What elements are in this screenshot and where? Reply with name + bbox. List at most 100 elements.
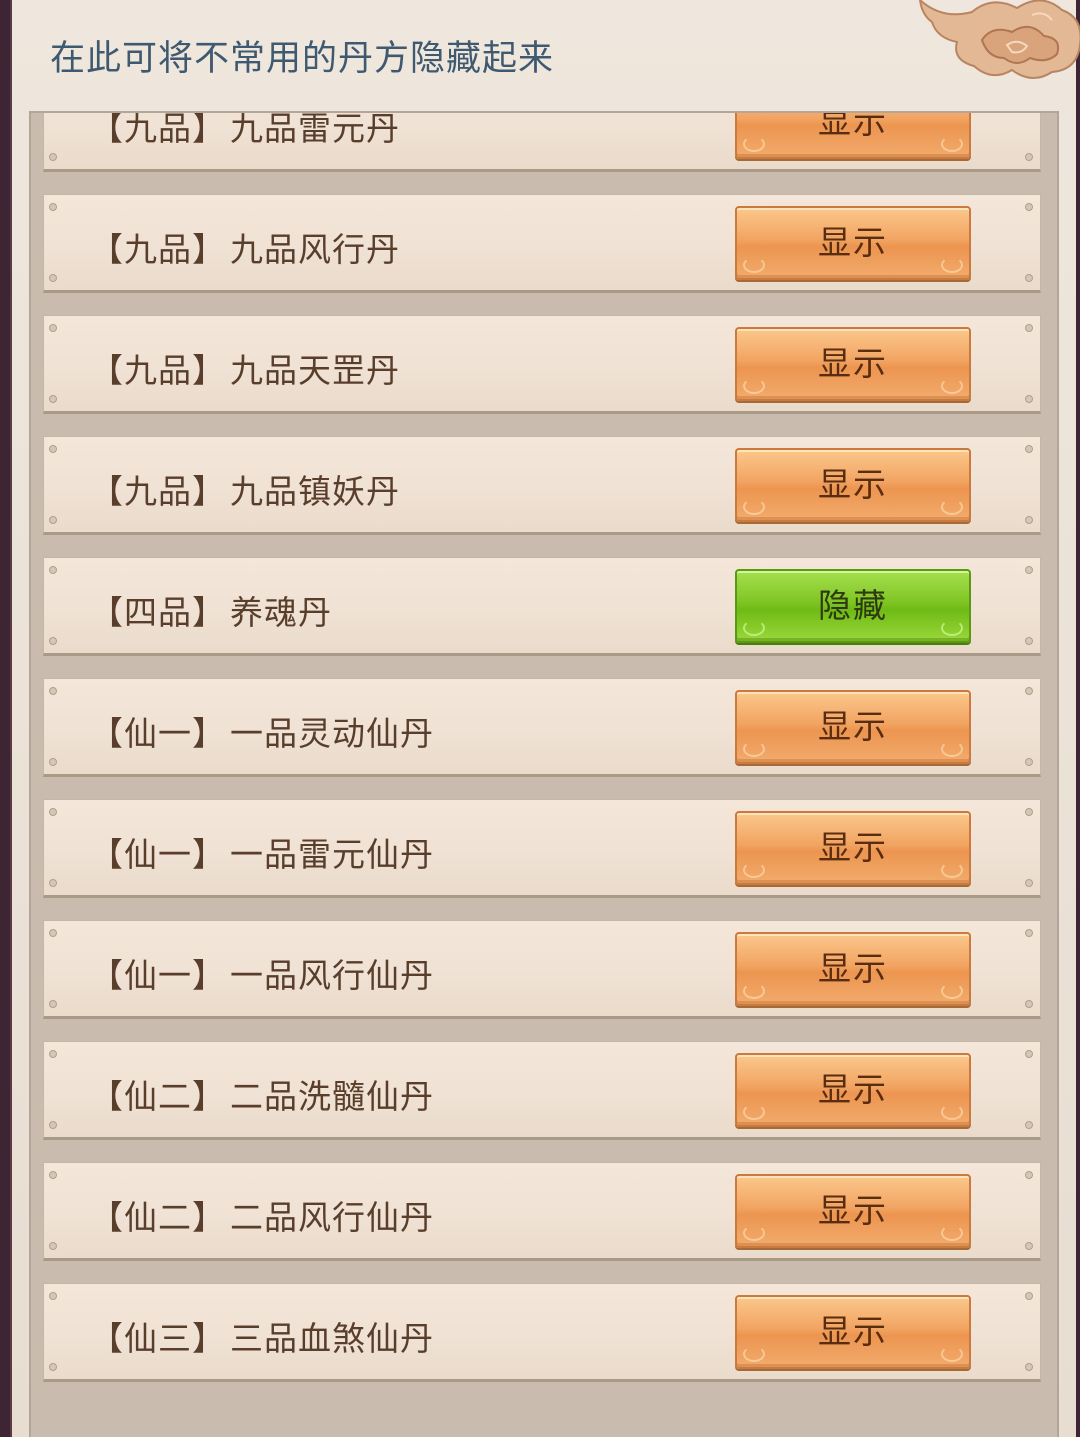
pill-label: 【四品】 养魂丹: [90, 586, 332, 634]
pill-grade: 【仙三】: [90, 1319, 226, 1358]
list-item: 【仙二】 二品洗髓仙丹 显示: [43, 1041, 1041, 1140]
rivet-decoration: [1025, 1363, 1033, 1371]
show-button[interactable]: 显示: [735, 1053, 971, 1127]
rivet-decoration: [49, 203, 57, 211]
rivet-decoration: [49, 1050, 57, 1058]
pill-grade: 【四品】: [90, 593, 226, 632]
show-button[interactable]: 显示: [735, 1174, 971, 1248]
button-label: 显示: [818, 1191, 888, 1230]
pill-name: 九品风行丹: [230, 230, 400, 269]
pill-label: 【仙一】 一品灵动仙丹: [90, 707, 434, 755]
rivet-decoration: [1025, 153, 1033, 161]
swirl-icon: [743, 499, 765, 515]
swirl-icon: [941, 378, 963, 394]
pill-name: 一品雷元仙丹: [230, 835, 434, 874]
button-label: 显示: [818, 223, 888, 262]
button-label: 显示: [818, 465, 888, 504]
rivet-decoration: [49, 1171, 57, 1179]
rivet-decoration: [1025, 1292, 1033, 1300]
show-button[interactable]: 显示: [735, 206, 971, 280]
list-item: 【四品】 养魂丹 隐藏: [43, 557, 1041, 656]
rivet-decoration: [1025, 929, 1033, 937]
pill-grade: 【九品】: [90, 230, 226, 269]
rivet-decoration: [49, 687, 57, 695]
dialog-header: 在此可将不常用的丹方隐藏起来: [12, 0, 1080, 112]
rivet-decoration: [49, 324, 57, 332]
pill-label: 【仙三】 三品血煞仙丹: [90, 1312, 434, 1360]
button-label: 显示: [818, 949, 888, 988]
swirl-icon: [941, 620, 963, 636]
list-item: 【九品】 九品风行丹 显示: [43, 194, 1041, 293]
swirl-icon: [941, 1346, 963, 1362]
pill-name: 九品镇妖丹: [230, 472, 400, 511]
pill-label: 【仙二】 二品洗髓仙丹: [90, 1070, 434, 1118]
rivet-decoration: [1025, 1242, 1033, 1250]
hide-button[interactable]: 隐藏: [735, 569, 971, 643]
rivet-decoration: [1025, 274, 1033, 282]
pill-name: 养魂丹: [230, 593, 332, 632]
rivet-decoration: [49, 758, 57, 766]
rivet-decoration: [49, 879, 57, 887]
show-button[interactable]: 显示: [735, 1295, 971, 1369]
button-label: 隐藏: [818, 586, 888, 625]
show-button[interactable]: 显示: [735, 327, 971, 401]
rivet-decoration: [1025, 1121, 1033, 1129]
pill-label: 【仙一】 一品风行仙丹: [90, 949, 434, 997]
pill-label: 【九品】 九品风行丹: [90, 223, 400, 271]
show-button[interactable]: 显示: [735, 113, 971, 159]
show-button[interactable]: 显示: [735, 811, 971, 885]
pill-visibility-dialog: 在此可将不常用的丹方隐藏起来 【九品】 九品雷元丹 显示 【九品】 九品风行丹 显示 【九品…: [10, 0, 1080, 1437]
rivet-decoration: [49, 1000, 57, 1008]
swirl-icon: [743, 1225, 765, 1241]
list-item: 【仙一】 一品雷元仙丹 显示: [43, 799, 1041, 898]
pill-grade: 【仙一】: [90, 714, 226, 753]
pill-grade: 【仙一】: [90, 956, 226, 995]
pill-list-panel[interactable]: 【九品】 九品雷元丹 显示 【九品】 九品风行丹 显示 【九品】 九品天罡丹 显示 【九品】 九品镇…: [29, 111, 1059, 1437]
swirl-icon: [941, 136, 963, 152]
pill-grade: 【九品】: [90, 111, 226, 148]
pill-label: 【九品】 九品天罡丹: [90, 344, 400, 392]
pill-label: 【九品】 九品雷元丹: [90, 111, 400, 150]
swirl-icon: [941, 1104, 963, 1120]
rivet-decoration: [49, 929, 57, 937]
swirl-icon: [941, 862, 963, 878]
swirl-icon: [743, 983, 765, 999]
rivet-decoration: [49, 566, 57, 574]
rivet-decoration: [49, 516, 57, 524]
swirl-icon: [743, 257, 765, 273]
rivet-decoration: [1025, 566, 1033, 574]
swirl-icon: [941, 983, 963, 999]
swirl-icon: [743, 862, 765, 878]
rivet-decoration: [1025, 445, 1033, 453]
swirl-icon: [743, 620, 765, 636]
swirl-icon: [941, 257, 963, 273]
pill-name: 九品雷元丹: [230, 111, 400, 148]
list-item: 【仙一】 一品风行仙丹 显示: [43, 920, 1041, 1019]
rivet-decoration: [1025, 516, 1033, 524]
swirl-icon: [941, 1225, 963, 1241]
cloud-ornament-icon: [918, 0, 1080, 79]
pill-grade: 【仙一】: [90, 835, 226, 874]
rivet-decoration: [1025, 203, 1033, 211]
swirl-icon: [743, 1346, 765, 1362]
list-item: 【九品】 九品雷元丹 显示: [43, 111, 1041, 172]
pill-label: 【仙一】 一品雷元仙丹: [90, 828, 434, 876]
rivet-decoration: [1025, 1000, 1033, 1008]
dialog-title: 在此可将不常用的丹方隐藏起来: [50, 39, 555, 79]
pill-name: 九品天罡丹: [230, 351, 400, 390]
rivet-decoration: [49, 637, 57, 645]
pill-name: 二品风行仙丹: [230, 1198, 434, 1237]
rivet-decoration: [1025, 879, 1033, 887]
rivet-decoration: [1025, 637, 1033, 645]
show-button[interactable]: 显示: [735, 690, 971, 764]
pill-grade: 【仙二】: [90, 1077, 226, 1116]
list-item: 【仙一】 一品灵动仙丹 显示: [43, 678, 1041, 777]
show-button[interactable]: 显示: [735, 448, 971, 522]
swirl-icon: [743, 1104, 765, 1120]
rivet-decoration: [49, 395, 57, 403]
rivet-decoration: [1025, 808, 1033, 816]
show-button[interactable]: 显示: [735, 932, 971, 1006]
list-item: 【九品】 九品镇妖丹 显示: [43, 436, 1041, 535]
rivet-decoration: [1025, 1171, 1033, 1179]
swirl-icon: [743, 741, 765, 757]
